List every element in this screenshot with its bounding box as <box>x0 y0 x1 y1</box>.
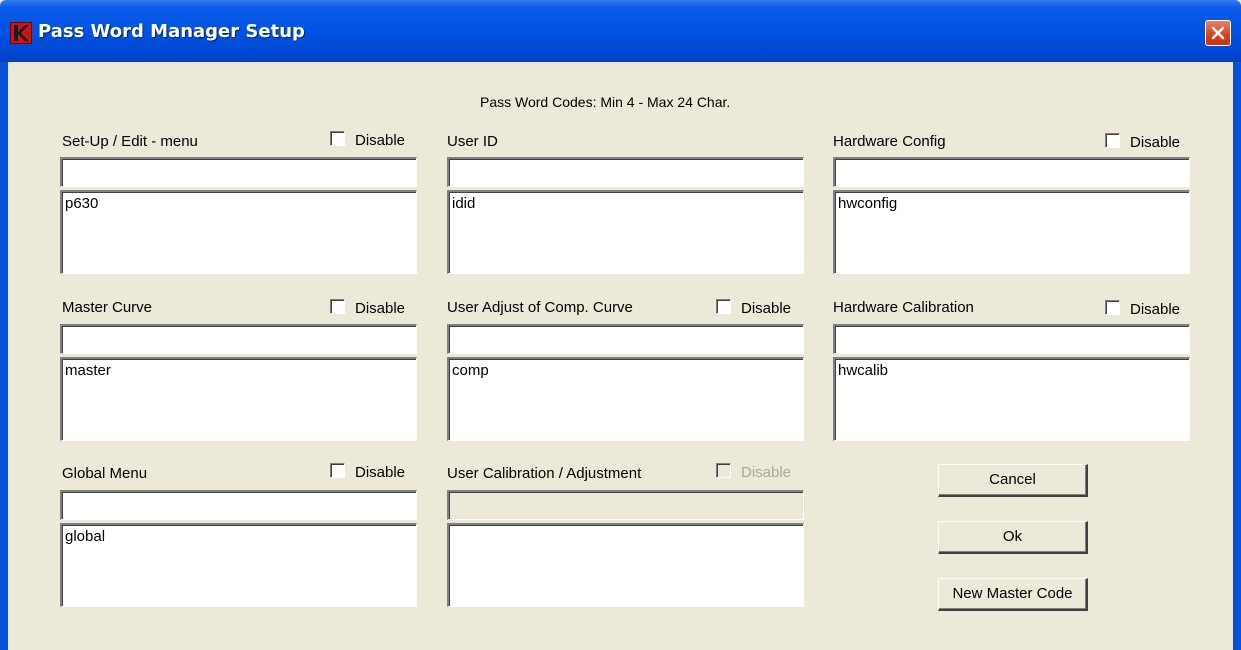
checkbox-icon[interactable] <box>330 131 345 146</box>
disable-label: Disable <box>741 464 792 481</box>
checkbox-icon[interactable] <box>716 299 731 314</box>
code-list-value: master <box>65 362 111 379</box>
setup-edit-menu-disable-checkbox[interactable]: Disable <box>330 131 405 149</box>
user-calibration-adjustment-code-list[interactable] <box>447 523 804 607</box>
checkbox-icon[interactable] <box>1105 300 1120 315</box>
hardware-calibration-disable-checkbox[interactable]: Disable <box>1105 300 1180 318</box>
hardware-config-code-list[interactable]: hwconfig <box>833 190 1190 274</box>
checkbox-icon[interactable] <box>330 299 345 314</box>
global-menu-code-list[interactable]: global <box>60 523 417 607</box>
master-curve-label: Master Curve <box>62 299 153 316</box>
setup-edit-menu-code-input[interactable] <box>60 157 417 187</box>
disable-label: Disable <box>355 300 406 317</box>
window-frame-left <box>0 62 8 650</box>
hardware-config-disable-checkbox[interactable]: Disable <box>1105 133 1180 151</box>
master-curve-disable-checkbox[interactable]: Disable <box>330 299 405 317</box>
user-id-label: User ID <box>447 133 498 150</box>
cancel-button[interactable]: Cancel <box>938 464 1088 497</box>
code-list-value: hwcalib <box>838 362 889 379</box>
disable-label: Disable <box>741 300 792 317</box>
user-calibration-adjustment-disable-checkbox: Disable <box>716 463 791 481</box>
user-adjust-comp-curve-code-list[interactable]: comp <box>447 357 804 441</box>
password-length-hint: Pass Word Codes: Min 4 - Max 24 Char. <box>480 94 731 110</box>
new-master-code-button[interactable]: New Master Code <box>938 578 1088 611</box>
hardware-config-code-input[interactable] <box>833 157 1190 187</box>
close-icon[interactable] <box>1205 20 1231 46</box>
hardware-config-label: Hardware Config <box>833 133 946 150</box>
hardware-calibration-code-input[interactable] <box>833 324 1190 354</box>
user-id-code-list[interactable]: idid <box>447 190 804 274</box>
code-list-value: idid <box>452 195 476 212</box>
disable-label: Disable <box>355 132 406 149</box>
user-adjust-comp-curve-label: User Adjust of Comp. Curve <box>447 299 633 316</box>
title-bar[interactable]: Pass Word Manager Setup <box>0 0 1241 62</box>
window-title: Pass Word Manager Setup <box>38 21 305 42</box>
disable-label: Disable <box>355 464 406 481</box>
code-list-value: global <box>65 528 106 545</box>
global-menu-label: Global Menu <box>62 465 148 482</box>
user-calibration-adjustment-code-input <box>447 490 804 520</box>
hardware-calibration-label: Hardware Calibration <box>833 299 974 316</box>
user-id-code-input[interactable] <box>447 157 804 187</box>
checkbox-icon[interactable] <box>330 463 345 478</box>
checkbox-icon <box>716 463 731 478</box>
checkbox-icon[interactable] <box>1105 133 1120 148</box>
disable-label: Disable <box>1130 301 1181 318</box>
user-adjust-comp-curve-disable-checkbox[interactable]: Disable <box>716 299 791 317</box>
app-logo-icon <box>10 22 32 44</box>
code-list-value: p630 <box>65 195 99 212</box>
code-list-value: hwconfig <box>838 195 898 212</box>
pass-word-manager-window: Pass Word Manager Setup Pass Word Codes:… <box>0 0 1241 650</box>
global-menu-code-input[interactable] <box>60 490 417 520</box>
setup-edit-menu-label: Set-Up / Edit - menu <box>62 133 198 150</box>
disable-label: Disable <box>1130 134 1181 151</box>
user-adjust-comp-curve-code-input[interactable] <box>447 324 804 354</box>
setup-edit-menu-code-list[interactable]: p630 <box>60 190 417 274</box>
window-frame-right <box>1233 62 1241 650</box>
code-list-value: comp <box>452 362 489 379</box>
hardware-calibration-code-list[interactable]: hwcalib <box>833 357 1190 441</box>
master-curve-code-input[interactable] <box>60 324 417 354</box>
ok-button[interactable]: Ok <box>938 521 1088 554</box>
master-curve-code-list[interactable]: master <box>60 357 417 441</box>
user-calibration-adjustment-label: User Calibration / Adjustment <box>447 465 642 482</box>
global-menu-disable-checkbox[interactable]: Disable <box>330 463 405 481</box>
